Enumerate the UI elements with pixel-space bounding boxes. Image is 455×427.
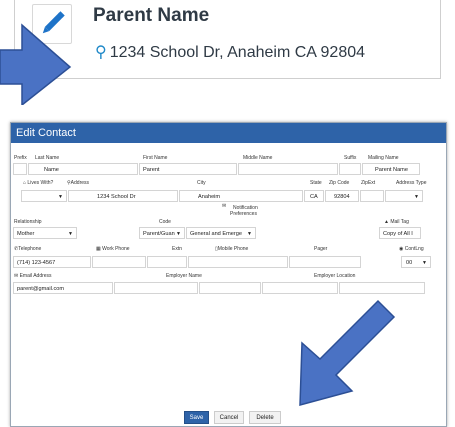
pager-field[interactable] xyxy=(289,256,361,268)
last-name-label: Last Name xyxy=(35,155,60,161)
state-label: State xyxy=(310,180,322,186)
email-label: ✉ Email Address xyxy=(14,273,52,279)
contlng-label-text: ContLng xyxy=(404,246,424,252)
extn-label: Extn xyxy=(172,246,183,252)
work-phone-label: ▦ Work Phone xyxy=(96,246,130,252)
first-name-label: First Name xyxy=(143,155,168,161)
save-button[interactable]: Save xyxy=(184,411,209,424)
mail-tag-label: ▲ Mail Tag xyxy=(384,219,409,225)
zipext-field[interactable] xyxy=(360,190,384,202)
notification-icon: ✉ xyxy=(222,203,227,209)
address-field[interactable]: 1234 School Dr xyxy=(68,190,178,202)
work-phone-label-text: Work Phone xyxy=(102,246,130,252)
contlng-value: 00 xyxy=(406,260,413,266)
address-label: ⚲Address xyxy=(67,180,89,186)
contact-name: Parent Name xyxy=(93,5,210,26)
cancel-button[interactable]: Cancel xyxy=(214,411,244,424)
mobile-phone-field[interactable] xyxy=(188,256,288,268)
last-name-field[interactable]: Name xyxy=(28,163,138,175)
code-label: Code xyxy=(159,219,171,225)
dialog-title: Edit Contact xyxy=(11,123,446,143)
employer-location-field[interactable] xyxy=(339,282,425,294)
building-icon: ▦ xyxy=(96,246,101,252)
preferences-select[interactable]: General and Emerge ▼ xyxy=(186,227,256,239)
contlng-label: ◉ ContLng xyxy=(399,246,424,252)
chevron-down-icon: ▼ xyxy=(422,260,427,266)
contlng-select[interactable]: 00 ▼ xyxy=(401,256,431,268)
telephone-label-text: Telephone xyxy=(18,246,42,252)
globe-icon: ◉ xyxy=(399,246,404,252)
preferences-label: Preferences xyxy=(230,211,257,217)
chevron-down-icon: ▼ xyxy=(414,194,419,200)
zip-code-field[interactable]: 92804 xyxy=(325,190,359,202)
city-label: City xyxy=(197,180,206,186)
mobile-phone-label-text: Mobile Phone xyxy=(217,246,249,252)
mailing-name-field[interactable]: Parent Name xyxy=(362,163,420,175)
prefix-label: Prefix xyxy=(14,155,27,161)
chevron-down-icon: ▼ xyxy=(58,194,63,200)
relationship-value: Mother xyxy=(17,231,35,237)
first-name-field[interactable]: Parent xyxy=(139,163,237,175)
address-type-select[interactable]: ▼ xyxy=(385,190,423,202)
code-value: Parent/Guan xyxy=(143,231,175,237)
chevron-down-icon: ▼ xyxy=(247,231,252,237)
suffix-field[interactable] xyxy=(339,163,361,175)
mail-tag-select[interactable]: Copy of All I▼ xyxy=(379,227,421,239)
telephone-field[interactable]: (714) 123-4567 xyxy=(13,256,91,268)
mail-tag-icon: ▲ xyxy=(384,219,389,225)
home-icon: ⌂ xyxy=(23,180,27,186)
suffix-label: Suffix xyxy=(344,155,357,161)
email-label-text: Email Address xyxy=(19,273,52,279)
mailing-name-label: Mailing Name xyxy=(368,155,399,161)
zipext-label: ZipExt xyxy=(361,180,376,186)
arrow-annotation-top xyxy=(0,23,72,105)
zip-code-label: Zip Code xyxy=(329,180,350,186)
mail-tag-label-text: Mail Tag xyxy=(390,219,409,225)
pager-label: Pager xyxy=(314,246,328,252)
code-select[interactable]: Parent/Guan ▼ xyxy=(139,227,185,239)
mobile-phone-label: ▯Mobile Phone xyxy=(215,246,248,252)
employer-name-label: Employer Name xyxy=(166,273,202,279)
mail-tag-value: Copy of All I xyxy=(383,231,413,237)
employer-location-label: Employer Location xyxy=(314,273,356,279)
contact-address-text: 1234 School Dr, Anaheim CA 92804 xyxy=(109,44,366,61)
chevron-down-icon: ▼ xyxy=(68,231,73,237)
preferences-value: General and Emerge xyxy=(190,231,242,237)
address-label-text: Address xyxy=(70,180,90,186)
envelope-icon: ✉ xyxy=(14,273,19,279)
contact-address: ⚲ 1234 School Dr, Anaheim CA 92804 xyxy=(95,42,365,62)
email-field[interactable]: parent@gmail.com xyxy=(13,282,113,294)
delete-button[interactable]: Delete xyxy=(249,411,281,424)
extn-field[interactable] xyxy=(147,256,187,268)
telephone-label: ✆Telephone xyxy=(14,246,41,252)
address-type-label: Address Type xyxy=(396,180,427,186)
prefix-field[interactable] xyxy=(13,163,27,175)
map-pin-icon: ⚲ xyxy=(95,44,107,61)
city-field[interactable]: Anaheim xyxy=(179,190,303,202)
arrow-annotation-bottom xyxy=(299,299,396,406)
lives-with-label-text: Lives With? xyxy=(27,180,54,186)
employer-name-field-2[interactable] xyxy=(262,282,338,294)
lives-with-select[interactable]: ▼ xyxy=(21,190,67,202)
relationship-label: Relationship xyxy=(14,219,42,225)
relationship-select[interactable]: Mother ▼ xyxy=(13,227,77,239)
chevron-down-icon: ▼ xyxy=(176,231,181,237)
middle-name-field[interactable] xyxy=(238,163,338,175)
middle-name-label: Middle Name xyxy=(243,155,273,161)
employer-name-field[interactable] xyxy=(199,282,261,294)
work-phone-field[interactable] xyxy=(92,256,146,268)
contact-card xyxy=(14,0,441,79)
state-field[interactable]: CA xyxy=(304,190,324,202)
email-secondary-field[interactable] xyxy=(114,282,198,294)
lives-with-label: ⌂ Lives With? xyxy=(23,180,53,186)
